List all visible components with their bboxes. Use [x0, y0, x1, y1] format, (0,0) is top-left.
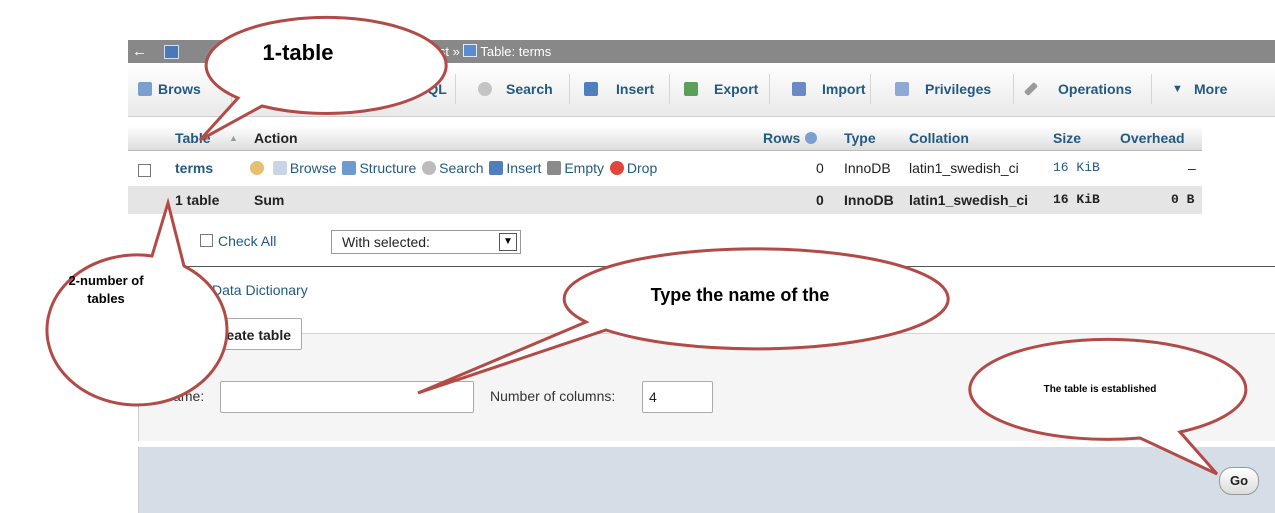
callout-3-text: Type the name of the — [650, 285, 830, 305]
callout-3-bubble — [417, 247, 950, 395]
callout-1-text: 1-table — [262, 40, 334, 65]
callout-4-text: The table is established — [1043, 384, 1157, 395]
callout-4-bubble — [968, 337, 1248, 476]
callout-2-line1: 2-number of — [68, 273, 144, 288]
annotation-layer — [45, 15, 1248, 476]
callout-2-line2: tables — [87, 291, 125, 306]
callout-2-text: 2-number of tables — [46, 272, 166, 308]
callout-1-bubble — [198, 15, 448, 142]
